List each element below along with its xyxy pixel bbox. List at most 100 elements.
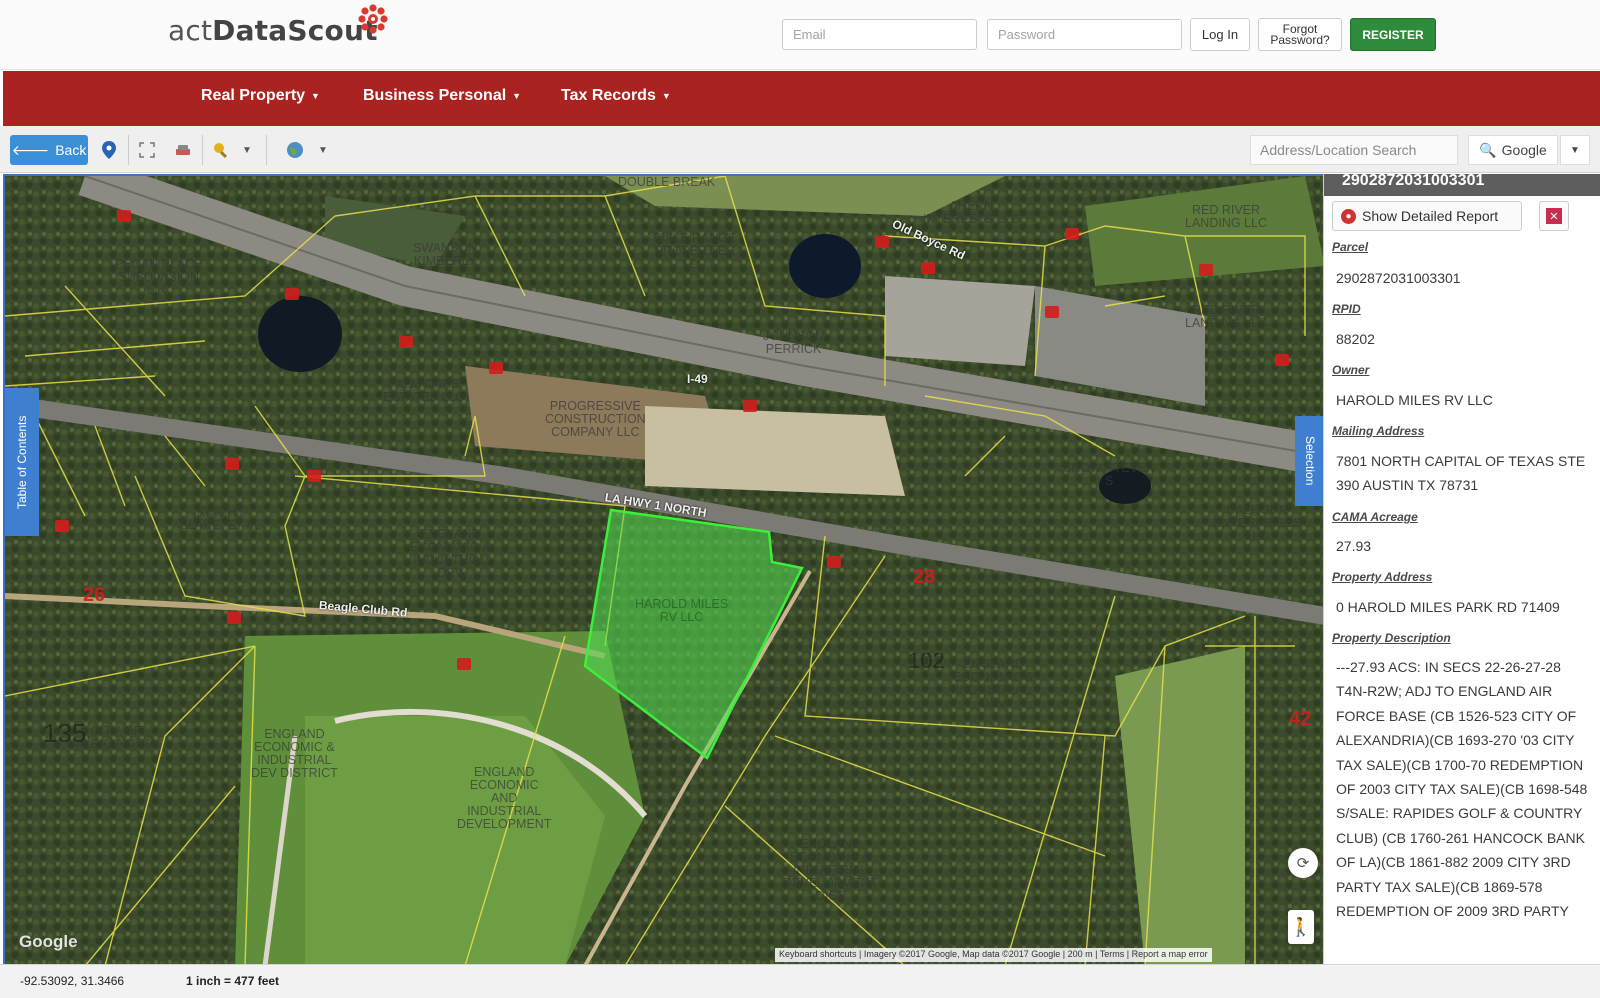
- parcel-marker: [1275, 354, 1289, 366]
- rotate-icon[interactable]: ⟳: [1288, 848, 1318, 878]
- coordinate-readout: -92.53092, 31.3466: [20, 974, 125, 988]
- logo-text-plain: act: [168, 14, 213, 47]
- locate-pin-icon[interactable]: [94, 135, 124, 165]
- full-extent-icon[interactable]: [132, 135, 162, 165]
- logo[interactable]: actDataScout: [168, 4, 388, 58]
- panel-title: 2902872031003301: [1324, 174, 1600, 196]
- parcel-marker: [1065, 228, 1079, 240]
- parcel-label: ENGLAND ECONOMIC & INDUSTRIAL DEV: [410, 527, 491, 580]
- parcel-marker: [921, 262, 935, 274]
- chevron-down-icon[interactable]: ▼: [308, 135, 338, 165]
- parcel-marker: [225, 458, 239, 470]
- parcel-marker: [875, 236, 889, 248]
- search-engine-button[interactable]: 🔍 Google: [1468, 135, 1558, 165]
- parcel-number: 135: [43, 718, 87, 748]
- field-label-property-description: Property Description: [1332, 631, 1451, 645]
- parcel-marker: [307, 470, 321, 482]
- field-value-owner: HAROLD MILES RV LLC: [1336, 392, 1493, 408]
- table-of-contents-tab[interactable]: Table of Contents: [5, 388, 39, 536]
- parcel-label: DOUBLE BREAK: [618, 175, 716, 189]
- field-label-parcel: Parcel: [1332, 240, 1369, 254]
- selection-tab[interactable]: Selection: [1295, 416, 1323, 506]
- parcel-label: SWANSON KIMBERLY: [413, 241, 478, 268]
- address-search-input[interactable]: [1250, 135, 1458, 165]
- logo-text-bold: DataScout: [212, 14, 378, 47]
- show-detailed-report-button[interactable]: ● Show Detailed Report: [1332, 201, 1522, 231]
- back-label: Back: [55, 142, 87, 158]
- parcel-marker: [1199, 264, 1213, 276]
- red-parcel-number: 42: [1289, 708, 1312, 730]
- parcel-marker: [227, 612, 241, 624]
- aerial-imagery: [5, 176, 1323, 964]
- report-icon: ●: [1341, 208, 1356, 224]
- search-engine-dropdown[interactable]: ▼: [1560, 135, 1590, 165]
- parcel-marker: [457, 658, 471, 670]
- parcel-label: PALM OAKS ESTATES LLC: [383, 377, 465, 404]
- parcel-marker: [55, 520, 69, 532]
- street-view-pegman-icon[interactable]: 🚶: [1288, 910, 1314, 944]
- logo-star-icon: [358, 4, 388, 34]
- parcel-label: ENGLAND ECONOMIC & INDUSTRIAL DEV DISTRI…: [251, 727, 338, 780]
- parcel-label: ENGLAND ECONOMIC & INDUSTRIAL DEV: [953, 657, 1034, 710]
- chevron-down-icon: ▼: [661, 90, 671, 101]
- email-field[interactable]: [782, 19, 977, 50]
- field-value-property-address: 0 HAROLD MILES PARK RD 71409: [1336, 599, 1560, 615]
- scale-readout: 1 inch = 477 feet: [186, 974, 280, 988]
- nav-business-personal-label: Business Personal: [363, 87, 507, 104]
- parcel-label: PECAN PLACE SUBDIVISION LLC: [115, 257, 203, 297]
- parcel-marker: [117, 210, 131, 222]
- parcel-label: AHERN INTERESTS LLC: [923, 199, 1020, 226]
- parcel-label: SNOW STEVEN S: [1063, 461, 1156, 488]
- parcel-marker: [399, 336, 413, 348]
- road-label: I-49: [687, 372, 708, 386]
- parcel-detail-panel: 2902872031003301 ● Show Detailed Report …: [1323, 174, 1600, 964]
- toolbar-divider: [202, 135, 203, 165]
- back-button[interactable]: 🡐 Back: [10, 135, 88, 165]
- parcel-label: RED RIVER LANDING LLC: [1185, 303, 1267, 330]
- toolbar-divider: [128, 135, 129, 165]
- field-value-rpid: 88202: [1336, 331, 1375, 347]
- field-label-property-address: Property Address: [1332, 570, 1433, 584]
- toolbar-divider: [266, 135, 267, 165]
- app-root: actDataScout Log In Forgot Password? REG…: [0, 0, 1600, 998]
- nav-tax-records[interactable]: Tax Records ▼: [561, 87, 671, 105]
- chevron-down-icon: ▼: [1570, 144, 1580, 156]
- parcel-label: RIFLE RANGE PROPERTIES LLC: [653, 231, 737, 271]
- parcel-marker: [1045, 306, 1059, 318]
- nav-real-property[interactable]: Real Property ▼: [201, 87, 320, 105]
- forgot-password-button[interactable]: Forgot Password?: [1258, 18, 1342, 51]
- close-icon: ✕: [1546, 208, 1562, 224]
- status-bar: -92.53092, 31.3466 1 inch = 477 feet: [0, 964, 1600, 998]
- parcel-label: CALHOUN ENTERPRISES LLC: [1213, 503, 1302, 543]
- field-value-mailing-address: 7801 NORTH CAPITAL OF TEXAS STE 390 AUST…: [1336, 453, 1586, 494]
- chevron-down-icon[interactable]: ▼: [232, 135, 262, 165]
- nav-business-personal[interactable]: Business Personal ▼: [363, 87, 521, 105]
- nav-tax-records-label: Tax Records: [561, 87, 656, 104]
- field-label-owner: Owner: [1332, 363, 1370, 377]
- parcel-label: ENGLAND ECONOMIC AND INDUSTRIAL DEVELOPM…: [457, 765, 552, 831]
- parcel-label: ENGLAND ECONOMIC & INDUSTRIAL DEVELOPMEN…: [783, 837, 878, 903]
- parcel-marker: [285, 288, 299, 300]
- field-value-property-description: ---27.93 ACS: IN SECS 22-26-27-28 T4N-R2…: [1336, 659, 1588, 920]
- arrow-left-icon: 🡐: [11, 141, 50, 158]
- map-view[interactable]: DOUBLE BREAK SWANSON KIMBERLY RIFLE RANG…: [3, 174, 1323, 964]
- map-toolbar: 🡐 Back ▼ ▼ 🔍 Google ▼: [0, 126, 1600, 173]
- password-field[interactable]: [987, 19, 1182, 50]
- search-engine-label: Google: [1501, 142, 1547, 158]
- parcel-marker: [489, 362, 503, 374]
- register-button[interactable]: REGISTER: [1350, 18, 1436, 51]
- close-panel-button[interactable]: ✕: [1539, 201, 1569, 231]
- layers-icon[interactable]: [168, 135, 198, 165]
- field-label-cama-acreage: CAMA Acreage: [1332, 510, 1418, 524]
- google-logo: Google: [19, 932, 78, 951]
- chevron-down-icon: ▼: [311, 90, 320, 101]
- parcel-label: KNIGHT BLAKE, ET AL: [180, 505, 262, 532]
- field-value-cama-acreage: 27.93: [1336, 538, 1372, 554]
- parcel-marker: [827, 556, 841, 568]
- nav-real-property-label: Real Property: [201, 87, 306, 104]
- basemap-globe-icon[interactable]: [280, 135, 310, 165]
- map-attribution[interactable]: Keyboard shortcuts | Imagery ©2017 Googl…: [775, 948, 1212, 962]
- login-button[interactable]: Log In: [1190, 18, 1250, 51]
- search-icon: 🔍: [1479, 141, 1497, 158]
- red-parcel-number: 26: [83, 584, 106, 606]
